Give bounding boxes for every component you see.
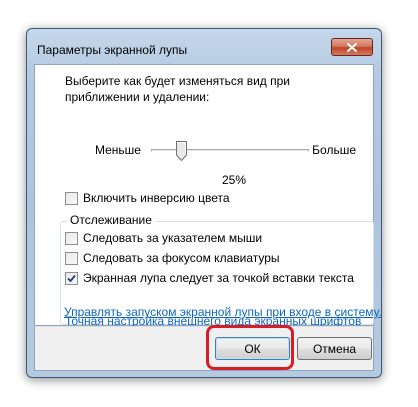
follow-mouse-label[interactable]: Следовать за указателем мыши [83,231,262,245]
dialog-content: Выберите как будет изменяться вид при пр… [34,64,374,328]
follow-text-cursor-checkbox[interactable] [65,272,78,285]
tracking-group-title: Отслеживание [67,213,155,227]
description-text: Выберите как будет изменяться вид при пр… [65,74,290,104]
close-icon [347,42,357,52]
magnifier-options-dialog: Параметры экранной лупы Выберите как буд… [26,28,382,378]
close-button[interactable] [331,38,373,56]
ok-button[interactable]: ОК [215,337,290,360]
zoom-slider-thumb[interactable] [176,141,187,162]
checkmark-icon [66,273,77,287]
follow-text-cursor-label[interactable]: Экранная лупа следует за точкой вставки … [83,271,354,285]
follow-keyboard-checkbox[interactable] [65,252,78,265]
slider-min-label: Меньше [95,143,141,157]
slider-max-label: Больше [312,143,356,157]
invert-colors-label[interactable]: Включить инверсию цвета [83,191,230,205]
startup-settings-link[interactable]: Управлять запуском экранной лупы при вхо… [64,305,382,319]
invert-colors-checkbox[interactable] [65,192,78,205]
window-title: Параметры экранной лупы [37,43,188,57]
zoom-slider-track[interactable] [151,149,309,152]
follow-mouse-checkbox[interactable] [65,232,78,245]
zoom-percent: 25% [222,173,247,187]
follow-keyboard-label[interactable]: Следовать за фокусом клавиатуры [83,251,280,265]
cancel-button[interactable]: Отмена [297,337,372,360]
title-bar[interactable]: Параметры экранной лупы [27,29,381,57]
button-bar: ОК Отмена [34,326,374,371]
